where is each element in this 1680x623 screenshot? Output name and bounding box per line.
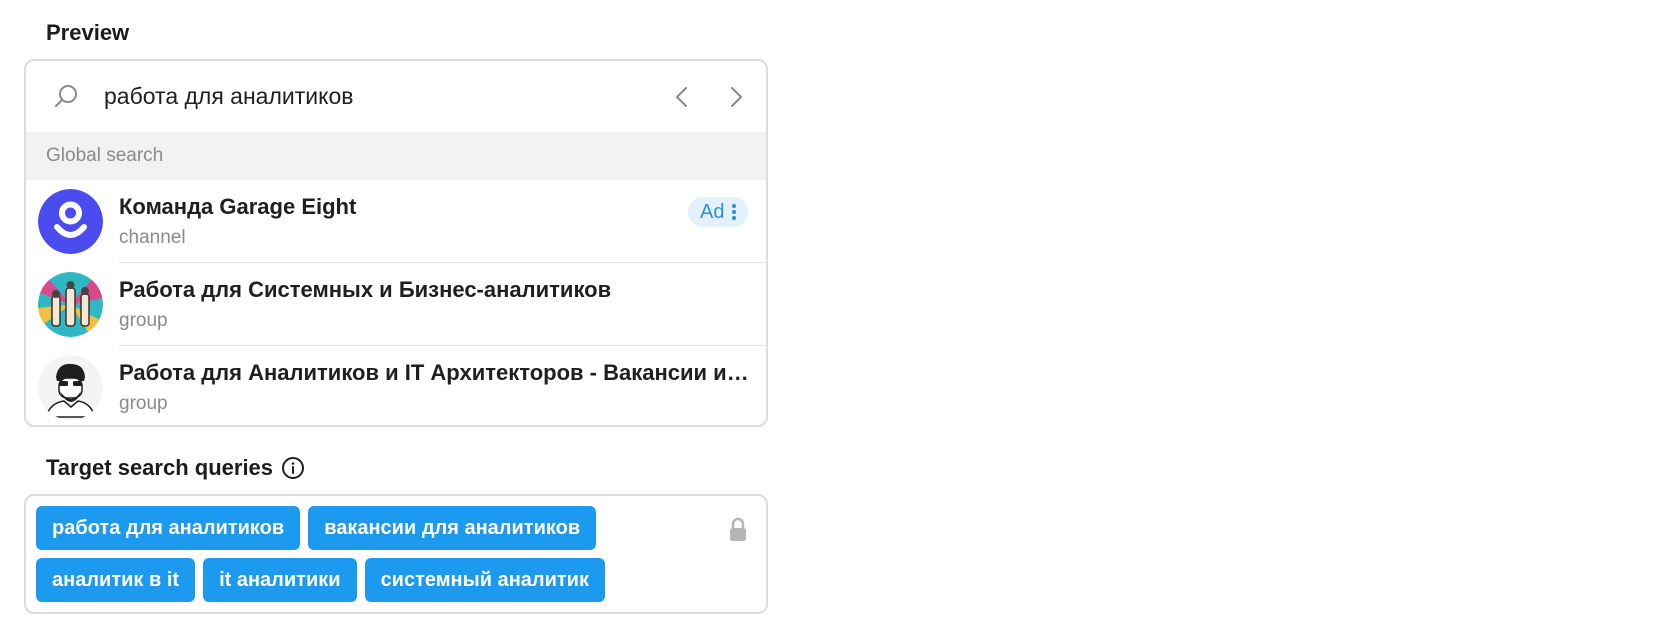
preview-heading: Preview [46, 20, 129, 46]
vertical-dots-icon [732, 204, 737, 220]
search-result-item[interactable]: Работа для Системных и Бизнес-аналитиков… [26, 263, 766, 346]
query-chip[interactable]: системный аналитик [364, 558, 605, 602]
search-icon [55, 85, 77, 107]
target-queries-card: работа для аналитиков вакансии для анали… [24, 494, 768, 614]
ad-badge[interactable]: Ad [688, 197, 749, 227]
chevron-right-icon[interactable] [724, 83, 748, 111]
search-query-text: работа для аналитиков [104, 83, 354, 109]
query-chip[interactable]: it аналитики [203, 558, 357, 602]
result-kind: channel [119, 227, 186, 248]
preview-heading-text: Preview [46, 20, 130, 45]
chevron-left-icon[interactable] [670, 83, 694, 111]
result-kind: group [119, 310, 168, 331]
result-name: Команда Garage Eight [119, 194, 357, 219]
bearded-man-avatar [38, 355, 103, 420]
illustrated-hands-avatar [38, 272, 103, 337]
target-queries-heading-text: Target search queries [46, 455, 274, 480]
result-name: Работа для Системных и Бизнес-аналитиков [119, 277, 612, 302]
preview-card: работа для аналитиков Global search Кома… [24, 59, 768, 427]
query-chips: работа для аналитиков вакансии для анали… [36, 506, 676, 602]
lock-icon [730, 517, 746, 541]
query-chip[interactable]: вакансии для аналитиков [308, 506, 597, 550]
garage-eight-logo [38, 189, 103, 254]
global-search-header: Global search [26, 132, 766, 180]
search-bar: работа для аналитиков [26, 61, 766, 132]
search-result-item[interactable]: Работа для Аналитиков и IT Архитекторов … [26, 346, 766, 425]
result-kind: group [119, 393, 168, 414]
info-icon[interactable] [281, 456, 305, 480]
search-result-item[interactable]: Команда Garage Eight channel Ad [26, 180, 766, 263]
query-chip[interactable]: аналитик в it [36, 558, 196, 602]
query-chip[interactable]: работа для аналитиков [36, 506, 301, 550]
result-name: Работа для Аналитиков и IT Архитекторов … [119, 360, 751, 385]
ad-label: Ad [700, 200, 725, 223]
target-queries-heading: Target search queries [46, 455, 305, 481]
global-search-label: Global search [46, 145, 164, 166]
